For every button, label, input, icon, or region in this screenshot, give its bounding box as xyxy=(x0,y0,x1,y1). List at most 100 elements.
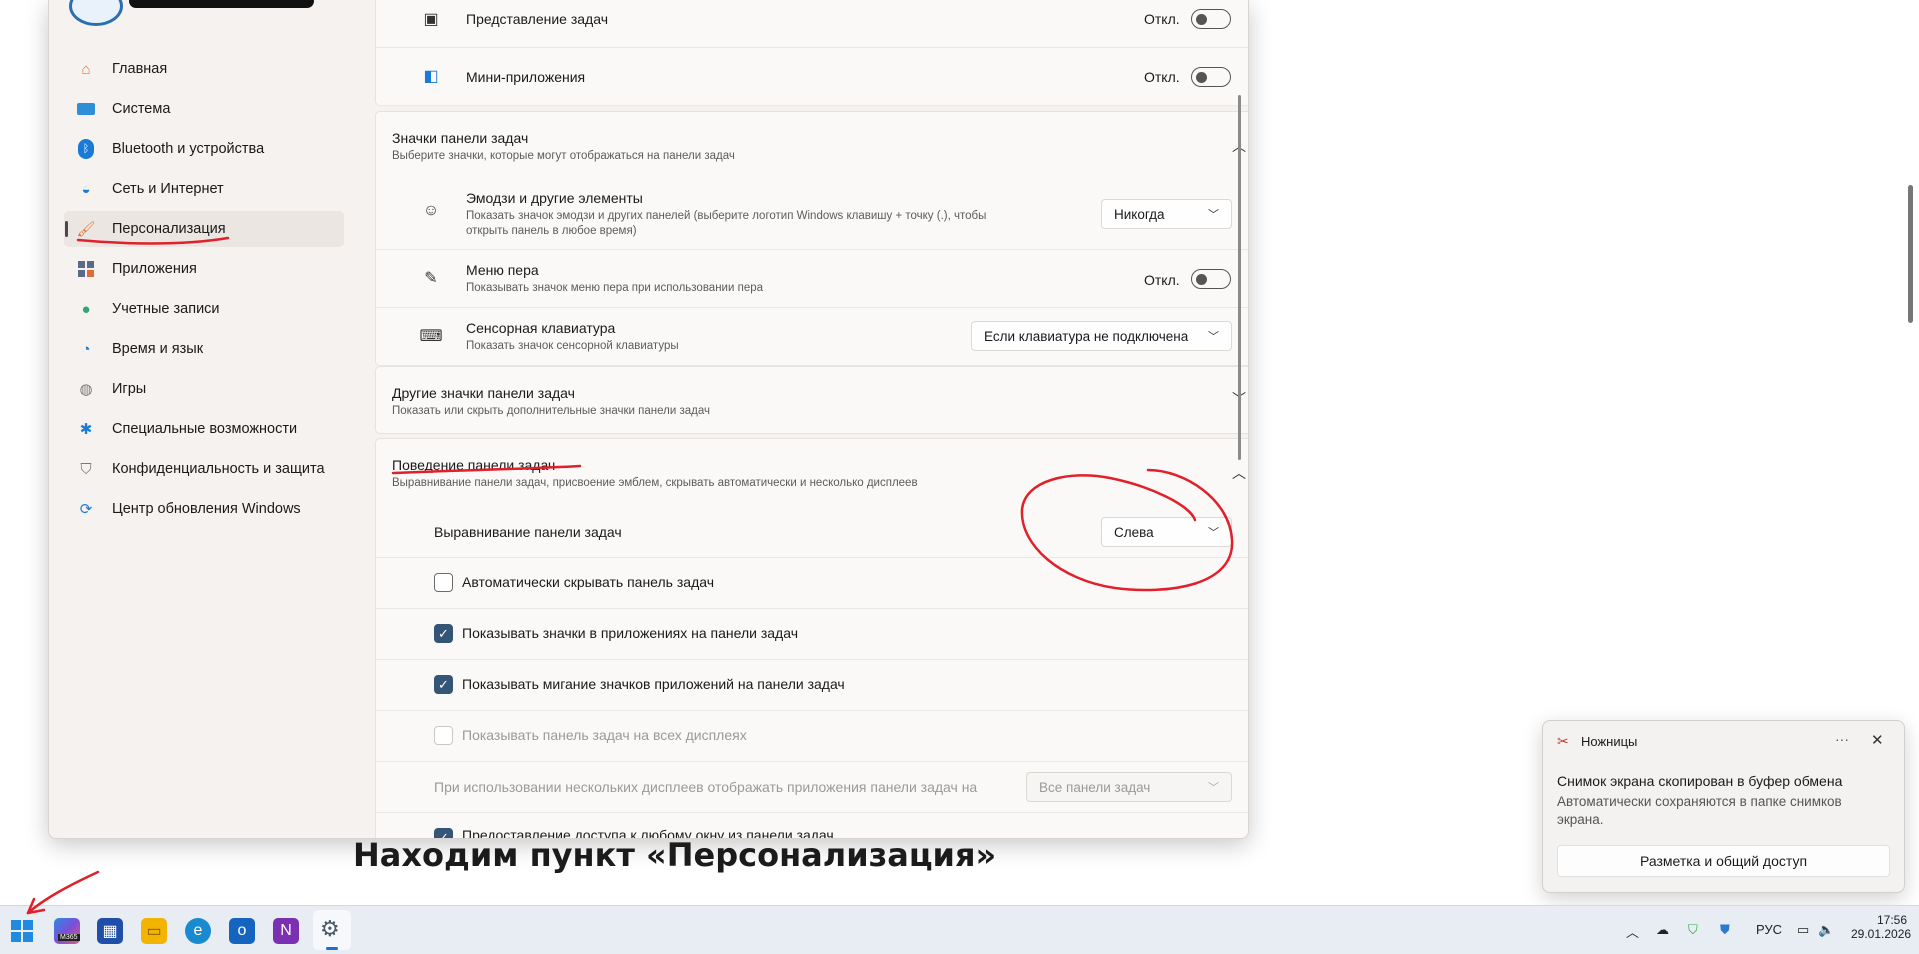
task-view-state: Откл. xyxy=(1144,11,1180,27)
alignment-dropdown[interactable]: Слева ﹀ xyxy=(1101,517,1232,547)
settings-window: ⌂ Главная Система ᛒ Bluetooth и устройства… xyxy=(48,0,1249,839)
multi-display-dropdown[interactable]: Все панели задач ﹀ xyxy=(1026,772,1232,802)
taskbar-icons-title: Значки панели задач xyxy=(392,130,529,146)
nav-item-accounts[interactable]: ● Учетные записи xyxy=(64,291,344,327)
file-explorer-icon[interactable]: ▭ xyxy=(141,918,167,944)
home-icon: ⌂ xyxy=(81,60,91,78)
monitor-icon xyxy=(76,99,96,119)
volume-icon[interactable]: 🔈 xyxy=(1818,922,1834,938)
brush-icon: 🖌 xyxy=(76,221,96,238)
emoji-subtitle-2: открыть панель в любое время) xyxy=(466,225,637,237)
close-icon[interactable]: ✕ xyxy=(1871,731,1884,749)
widgets-toggle[interactable] xyxy=(1191,67,1231,87)
network-icon[interactable]: ▭ xyxy=(1797,922,1809,938)
store-icon[interactable]: ▦ xyxy=(97,918,123,944)
widgets-label: Мини-приложения xyxy=(466,69,586,85)
user-icon: ● xyxy=(81,300,91,318)
chevron-down-icon: ﹀ xyxy=(1208,527,1219,539)
badges-row: ✓ Показывать значки в приложениях на пан… xyxy=(375,609,1248,660)
autohide-label: Автоматически скрывать панель задач xyxy=(462,574,715,590)
nav-item-gaming[interactable]: ◍ Игры xyxy=(64,371,344,407)
start-button[interactable] xyxy=(9,918,35,944)
settings-taskbar-button[interactable]: ⚙ xyxy=(313,910,351,950)
gear-icon: ⚙ xyxy=(320,916,340,941)
widgets-icon: ◧ xyxy=(423,68,439,85)
bluetooth-icon: ᛒ xyxy=(76,139,96,159)
nav-item-windows-update[interactable]: ⟳ Центр обновления Windows xyxy=(64,491,344,527)
other-icons-subtitle: Показать или скрыть дополнительные значк… xyxy=(392,405,710,417)
chevron-up-icon[interactable]: ︿ xyxy=(1626,922,1639,941)
defender-icon[interactable]: ⛊ xyxy=(1720,922,1730,938)
nav-item-system[interactable]: Система xyxy=(64,91,344,127)
nav-item-time-language[interactable]: ◔ Время и язык xyxy=(64,331,344,367)
taskbar-behaviors-header[interactable]: Поведение панели задач Выравнивание пане… xyxy=(375,438,1248,508)
nav-item-network[interactable]: ◒ Сеть и Интернет xyxy=(64,171,344,207)
chevron-down-icon: ﹀ xyxy=(1208,782,1219,794)
flashing-row: ✓ Показывать мигание значков приложений … xyxy=(375,660,1248,711)
page-scrollbar[interactable] xyxy=(1908,185,1913,323)
shield-icon: ⛉ xyxy=(80,460,92,478)
markup-share-button[interactable]: Разметка и общий доступ xyxy=(1557,845,1890,877)
nav-item-home[interactable]: ⌂ Главная xyxy=(64,51,344,87)
badges-label: Показывать значки в приложениях на панел… xyxy=(462,625,798,641)
nav-item-bluetooth[interactable]: ᛒ Bluetooth и устройства xyxy=(64,131,344,167)
behaviors-title: Поведение панели задач xyxy=(392,457,556,473)
chevron-up-icon[interactable]: ︿ xyxy=(1232,463,1246,483)
nav-item-accessibility[interactable]: ✱ Специальные возможности xyxy=(64,411,344,447)
content-scrollbar[interactable] xyxy=(1238,95,1241,460)
account-avatar xyxy=(69,0,123,26)
nav-item-privacy[interactable]: ⛉ Конфиденциальность и защита xyxy=(64,451,344,487)
touch-keyboard-row: ⌨ Сенсорная клавиатура Показать значок с… xyxy=(375,308,1248,366)
clock-date: 29.01.2026 xyxy=(1851,927,1912,941)
notification-app-name: Ножницы xyxy=(1581,734,1638,749)
emoji-subtitle-1: Показать значок эмодзи и других панелей … xyxy=(466,210,987,222)
cloud-icon[interactable]: ☁ xyxy=(1656,922,1669,938)
chevron-down-icon: ﹀ xyxy=(1208,331,1219,343)
selection-indicator xyxy=(65,221,68,237)
scissors-icon: ✂ xyxy=(1557,733,1569,749)
flashing-label: Показывать мигание значков приложений на… xyxy=(462,676,845,692)
notification-title: Снимок экрана скопирован в буфер обмена xyxy=(1557,773,1843,789)
onenote-icon[interactable]: N xyxy=(273,918,299,944)
keyboard-icon: ⌨ xyxy=(419,328,443,345)
task-view-row: ▣ Представление задач Откл. xyxy=(375,0,1248,48)
edge-icon[interactable]: e xyxy=(185,918,211,944)
pen-menu-row: ✎ Меню пера Показывать значок меню пера … xyxy=(375,250,1248,308)
autohide-checkbox[interactable] xyxy=(434,573,453,592)
redacted-account-name xyxy=(129,0,314,8)
other-taskbar-icons-header[interactable]: Другие значки панели задач Показать или … xyxy=(375,366,1248,434)
clock-time: 17:56 xyxy=(1876,913,1907,927)
pen-menu-toggle[interactable] xyxy=(1191,269,1231,289)
security-icon[interactable]: ⛉ xyxy=(1688,922,1698,938)
touch-keyboard-subtitle: Показать значок сенсорной клавиатуры xyxy=(466,340,679,352)
language-indicator[interactable]: РУС xyxy=(1756,922,1782,937)
microsoft-365-icon[interactable]: M365 xyxy=(54,918,80,944)
emoji-row: ☺ Эмодзи и другие элементы Показать знач… xyxy=(375,180,1248,250)
tutorial-caption: Находим пункт «Персонализация» xyxy=(353,836,997,874)
all-displays-row: Показывать панель задач на всех дисплеях xyxy=(375,711,1248,762)
emoji-label: Эмодзи и другие элементы xyxy=(466,190,643,206)
emoji-dropdown[interactable]: Никогда ﹀ xyxy=(1101,199,1232,229)
touch-keyboard-dropdown[interactable]: Если клавиатура не подключена ﹀ xyxy=(971,321,1232,351)
alignment-label: Выравнивание панели задач xyxy=(434,524,622,540)
apps-icon xyxy=(76,259,96,279)
flashing-checkbox[interactable]: ✓ xyxy=(434,675,453,694)
update-icon: ⟳ xyxy=(79,501,93,518)
pen-menu-state: Откл. xyxy=(1144,272,1180,288)
touch-keyboard-label: Сенсорная клавиатура xyxy=(466,320,616,336)
accessibility-icon: ✱ xyxy=(79,421,93,438)
other-icons-title: Другие значки панели задач xyxy=(392,385,575,401)
pen-menu-label: Меню пера xyxy=(466,262,539,278)
nav-item-personalization[interactable]: 🖌 Персонализация xyxy=(64,211,344,247)
active-app-indicator xyxy=(326,947,338,950)
outlook-icon[interactable]: o xyxy=(229,918,255,944)
taskbar-icons-header[interactable]: Значки панели задач Выберите значки, кот… xyxy=(375,111,1248,181)
badges-checkbox[interactable]: ✓ xyxy=(434,624,453,643)
all-displays-checkbox[interactable] xyxy=(434,726,453,745)
nav-item-apps[interactable]: Приложения xyxy=(64,251,344,287)
task-view-toggle[interactable] xyxy=(1191,9,1231,29)
multi-display-row: При использовании нескольких дисплеев от… xyxy=(375,762,1248,813)
more-options-button[interactable]: ··· xyxy=(1835,731,1849,747)
multi-display-label: При использовании нескольких дисплеев от… xyxy=(434,779,978,795)
clock[interactable]: 17:56 29.01.2026 xyxy=(1851,913,1912,941)
